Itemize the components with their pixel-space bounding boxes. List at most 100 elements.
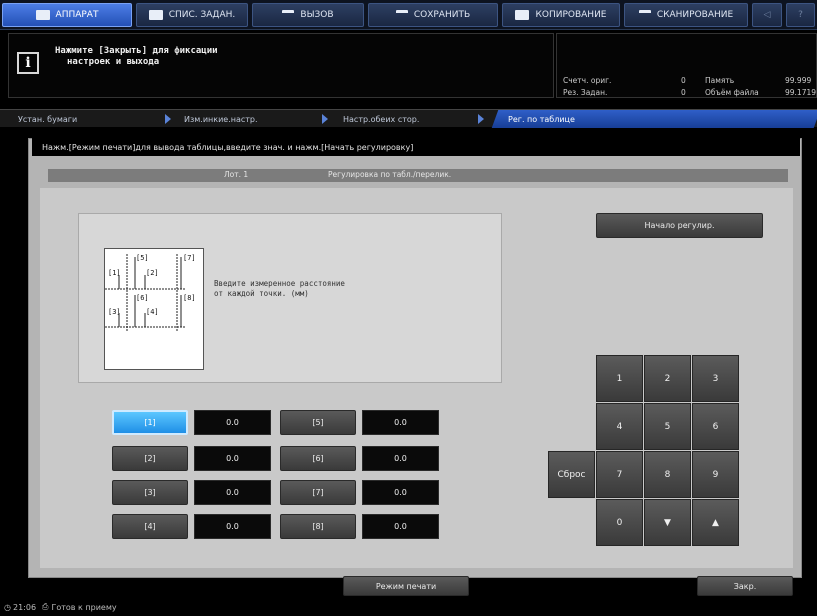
tab-machine-label: АППАРАТ — [55, 10, 99, 20]
diagram-label-5: [5] — [136, 254, 149, 262]
field-8-value[interactable]: 0.0 — [362, 514, 439, 539]
diagram-label-6: [6] — [136, 294, 149, 302]
memory-value: 99.999 — [785, 76, 812, 85]
field-2-button[interactable]: [2] — [112, 446, 188, 471]
file-size-value: 99.1719 — [785, 88, 817, 97]
breadcrumb-arrow-icon — [478, 114, 484, 124]
message-line-2: настроек и выхода — [67, 57, 160, 67]
counter-row-1: Счетч. ориг. 0 Память 99.999 — [563, 76, 817, 88]
keypad-0-button[interactable]: 0 — [596, 499, 643, 546]
instruction-text: Нажм.[Режим печати]для вывода таблицы,вв… — [32, 138, 800, 156]
breadcrumb-arrow-icon — [165, 114, 171, 124]
field-2-value[interactable]: 0.0 — [194, 446, 271, 471]
start-adjustment-button[interactable]: Начало регулир. — [596, 213, 763, 238]
field-4-value[interactable]: 0.0 — [194, 514, 271, 539]
tray-label: Лот. 1 — [224, 170, 249, 179]
tab-recall[interactable]: ВЫЗОВ — [252, 3, 364, 27]
info-icon: i — [17, 52, 39, 74]
reset-button[interactable]: Сброс — [548, 451, 595, 498]
back-button[interactable]: ◁ — [752, 3, 782, 27]
orig-counter-label: Счетч. ориг. — [563, 76, 612, 85]
result-job-label: Рез. Задан. — [563, 88, 608, 97]
breadcrumb: Устан. бумаги Изм.инкие.настр. Настр.обе… — [0, 109, 817, 128]
counter-row-2: Рез. Задан. 0 Объём файла 99.1719 — [563, 88, 817, 100]
breadcrumb-item-paper-setting[interactable]: Устан. бумаги — [18, 110, 77, 128]
keypad-7-button[interactable]: 7 — [596, 451, 643, 498]
field-1-button[interactable]: [1] — [112, 410, 188, 435]
keypad-3-button[interactable]: 3 — [692, 355, 739, 402]
keypad-6-button[interactable]: 6 — [692, 403, 739, 450]
decrease-button[interactable]: ▼ — [644, 499, 691, 546]
tab-save[interactable]: СОХРАНИТЬ — [368, 3, 498, 27]
keypad-9-button[interactable]: 9 — [692, 451, 739, 498]
tab-job-list-label: СПИС. ЗАДАН. — [168, 10, 236, 20]
keypad-4-button[interactable]: 4 — [596, 403, 643, 450]
panel-header: Лот. 1 Регулировка по табл./перелик. — [48, 169, 788, 182]
help-icon: ? — [798, 10, 803, 20]
breadcrumb-item-duplex-adjust[interactable]: Настр.обеих стор. — [343, 110, 419, 128]
field-3-button[interactable]: [3] — [112, 480, 188, 505]
diagram-label-3: [3] — [108, 308, 121, 316]
machine-icon — [35, 10, 50, 20]
paper-diagram: [1] [2] [3] [4] [5] [6] [7] [8] — [104, 248, 204, 370]
top-tab-bar: АППАРАТ СПИС. ЗАДАН. ВЫЗОВ СОХРАНИТЬ КОП… — [0, 0, 817, 30]
tab-recall-label: ВЫЗОВ — [300, 10, 334, 20]
tab-scan[interactable]: СКАНИРОВАНИЕ — [624, 3, 748, 27]
field-6-button[interactable]: [6] — [280, 446, 356, 471]
keypad-1-button[interactable]: 1 — [596, 355, 643, 402]
keypad-5-button[interactable]: 5 — [644, 403, 691, 450]
diagram-label-7: [7] — [183, 254, 196, 262]
help-button[interactable]: ? — [786, 3, 815, 27]
save-icon — [395, 9, 408, 21]
copy-icon — [515, 10, 530, 20]
breadcrumb-item-image-adjust[interactable]: Изм.инкие.настр. — [184, 110, 258, 128]
tab-save-label: СОХРАНИТЬ — [413, 10, 471, 20]
close-button[interactable]: Закр. — [697, 576, 793, 596]
memory-label: Память — [705, 76, 735, 85]
field-8-button[interactable]: [8] — [280, 514, 356, 539]
breadcrumb-arrow-icon — [322, 114, 328, 124]
tab-machine[interactable]: АППАРАТ — [2, 3, 132, 27]
field-7-button[interactable]: [7] — [280, 480, 356, 505]
message-line-1: Нажмите [Закрыть] для фиксации — [55, 46, 218, 56]
tab-scan-label: СКАНИРОВАНИЕ — [656, 10, 734, 20]
field-5-button[interactable]: [5] — [280, 410, 356, 435]
field-4-button[interactable]: [4] — [112, 514, 188, 539]
field-5-value[interactable]: 0.0 — [362, 410, 439, 435]
result-job-value: 0 — [681, 88, 686, 97]
back-icon: ◁ — [763, 10, 771, 20]
tab-copy-label: КОПИРОВАНИЕ — [535, 10, 607, 20]
diagram-label-2: [2] — [146, 269, 159, 277]
print-mode-button[interactable]: Режим печати — [343, 576, 469, 596]
diagram-instruction: Введите измеренное расстояние от каждой … — [214, 279, 464, 299]
field-1-value[interactable]: 0.0 — [194, 410, 271, 435]
status-text: Готов к приему — [51, 602, 117, 612]
diagram-text-line-2: от каждой точки. (мм) — [214, 289, 309, 298]
counters-panel: Счетч. ориг. 0 Память 99.999 Рез. Задан.… — [556, 33, 817, 98]
field-3-value[interactable]: 0.0 — [194, 480, 271, 505]
tab-job-list[interactable]: СПИС. ЗАДАН. — [136, 3, 248, 27]
clock-icon: ◷ — [4, 602, 11, 612]
field-6-value[interactable]: 0.0 — [362, 446, 439, 471]
field-7-value[interactable]: 0.0 — [362, 480, 439, 505]
file-size-label: Объём файла — [705, 88, 759, 97]
diagram-label-1: [1] — [108, 269, 121, 277]
status-bar: ◷ 21:06 ⎙ Готов к приему — [0, 598, 817, 616]
message-text: Нажмите [Закрыть] для фиксации настроек … — [55, 46, 475, 68]
increase-button[interactable]: ▲ — [692, 499, 739, 546]
breadcrumb-item-table-adjust: Рег. по таблице — [508, 114, 575, 124]
keypad-2-button[interactable]: 2 — [644, 355, 691, 402]
job-list-icon — [148, 10, 163, 20]
diagram-label-4: [4] — [146, 308, 159, 316]
printer-icon: ⎙ — [42, 602, 49, 611]
keypad-8-button[interactable]: 8 — [644, 451, 691, 498]
diagram-text-line-1: Введите измеренное расстояние — [214, 279, 345, 288]
orig-counter-value: 0 — [681, 76, 686, 85]
panel-title: Регулировка по табл./перелик. — [328, 170, 452, 179]
diagram-label-8: [8] — [183, 294, 196, 302]
tab-copy[interactable]: КОПИРОВАНИЕ — [502, 3, 620, 27]
message-panel: i Нажмите [Закрыть] для фиксации настрое… — [8, 33, 554, 98]
status-time: 21:06 — [12, 602, 37, 612]
scan-icon — [638, 9, 651, 21]
recall-icon — [282, 9, 295, 21]
